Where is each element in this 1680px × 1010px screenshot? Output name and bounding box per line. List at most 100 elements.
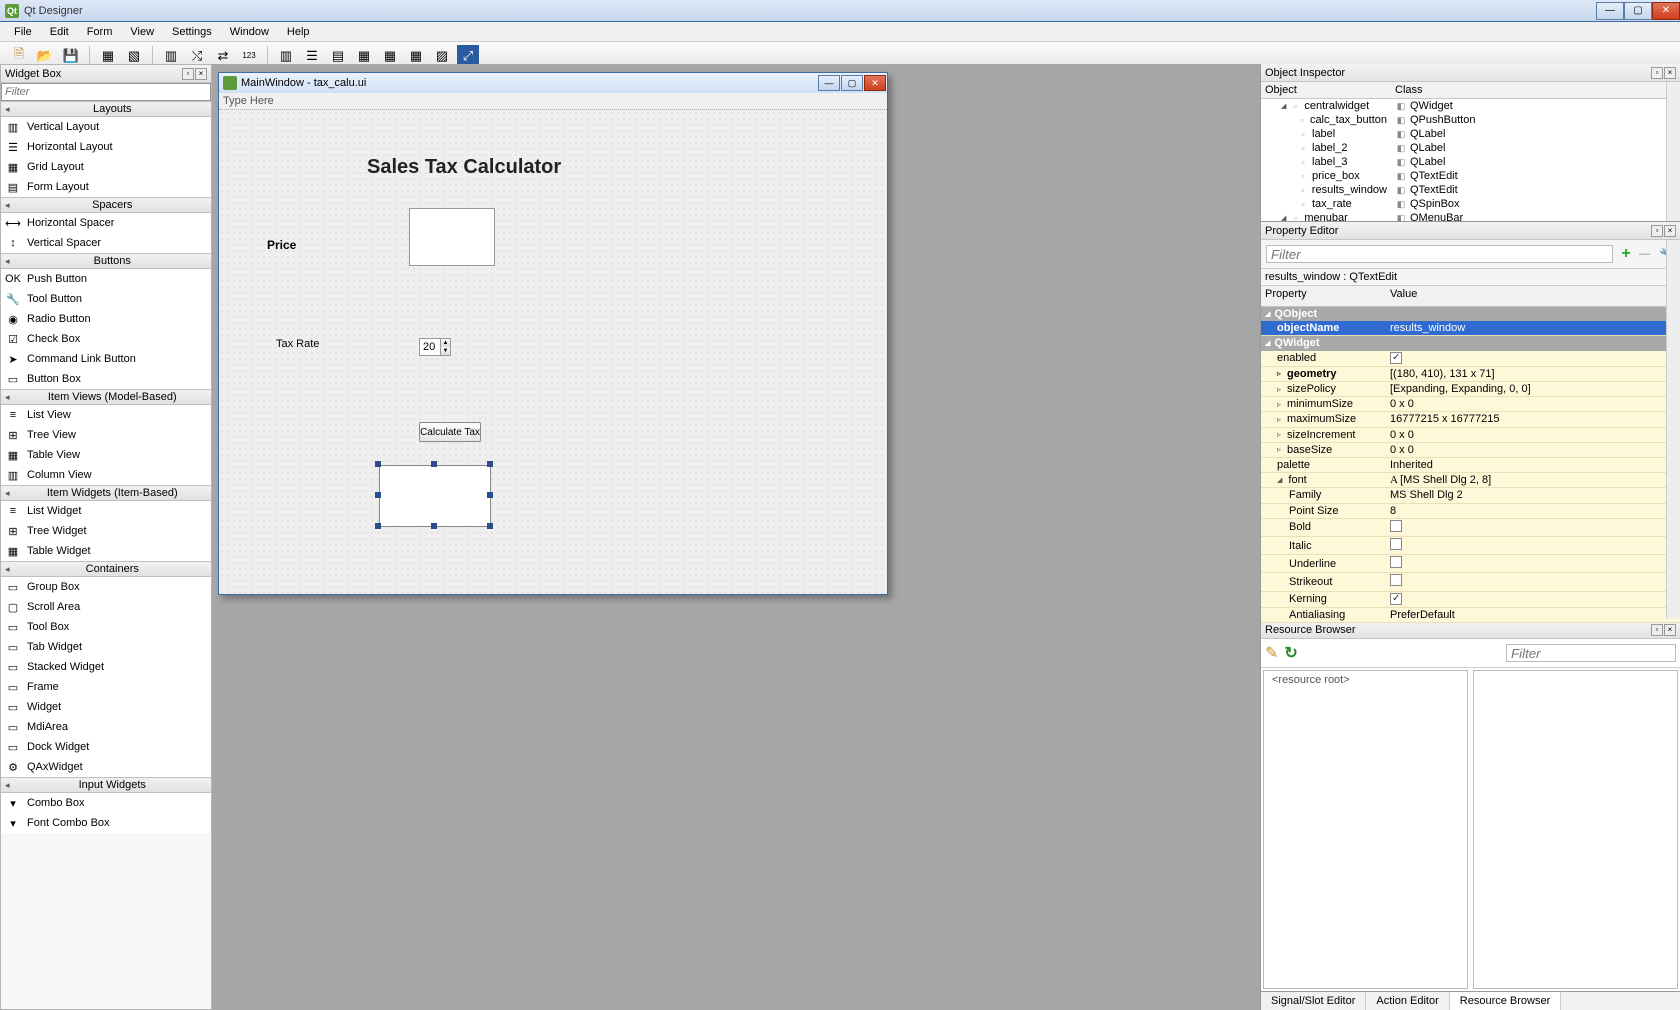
tab-signal-slot[interactable]: Signal/Slot Editor [1261, 992, 1366, 1010]
widget-section[interactable]: Containers [1, 561, 211, 577]
property-name[interactable]: Point Size [1261, 504, 1386, 519]
property-name[interactable]: sizePolicy [1261, 382, 1386, 397]
property-name[interactable]: baseSize [1261, 443, 1386, 458]
minimize-button[interactable]: — [1596, 2, 1624, 20]
tax-rate-label[interactable]: Tax Rate [276, 338, 319, 350]
property-value[interactable]: 16777215 x 16777215 [1386, 412, 1680, 427]
property-name[interactable]: maximumSize [1261, 412, 1386, 427]
property-name[interactable]: sizeIncrement [1261, 428, 1386, 443]
property-filter-input[interactable] [1266, 245, 1613, 263]
form-minimize-button[interactable]: — [818, 75, 840, 91]
menu-form[interactable]: Form [78, 24, 122, 40]
widget-item[interactable]: ▭Tab Widget [1, 637, 211, 657]
menu-window[interactable]: Window [221, 24, 278, 40]
property-name[interactable]: Underline [1261, 555, 1386, 573]
property-value[interactable] [1386, 519, 1680, 537]
results-window-widget[interactable] [379, 465, 491, 527]
widget-item[interactable]: ▦Grid Layout [1, 157, 211, 177]
widget-item[interactable]: 🔧Tool Button [1, 289, 211, 309]
price-label[interactable]: Price [267, 238, 296, 252]
checkbox-icon[interactable] [1390, 593, 1402, 605]
widget-item[interactable]: ↕Vertical Spacer [1, 233, 211, 253]
close-panel-icon[interactable]: × [1664, 225, 1676, 237]
checkbox-icon[interactable] [1390, 352, 1402, 364]
resource-tree[interactable]: <resource root> [1263, 670, 1468, 989]
widget-item[interactable]: ▭Dock Widget [1, 737, 211, 757]
resource-filter-input[interactable] [1506, 644, 1676, 662]
widget-item[interactable]: ⊞Tree Widget [1, 521, 211, 541]
widget-item[interactable]: ▾Combo Box [1, 793, 211, 813]
property-value[interactable]: MS Shell Dlg 2 [1386, 488, 1680, 503]
object-row[interactable]: ▫price_box [1261, 169, 1391, 183]
property-name[interactable]: Bold [1261, 519, 1386, 537]
form-window[interactable]: MainWindow - tax_calu.ui — ▢ ✕ Type Here… [218, 72, 888, 595]
close-panel-icon[interactable]: × [1664, 624, 1676, 636]
resize-handle[interactable] [487, 492, 493, 498]
resize-handle[interactable] [431, 523, 437, 529]
property-name[interactable]: objectName [1261, 321, 1386, 336]
widget-item[interactable]: ⟷Horizontal Spacer [1, 213, 211, 233]
object-row[interactable]: ▫label [1261, 127, 1391, 141]
widget-item[interactable]: ▭Frame [1, 677, 211, 697]
menu-view[interactable]: View [121, 24, 163, 40]
tab-resource-browser[interactable]: Resource Browser [1450, 991, 1561, 1010]
property-value[interactable] [1386, 537, 1680, 555]
resize-handle[interactable] [487, 523, 493, 529]
widget-item[interactable]: ➤Command Link Button [1, 349, 211, 369]
edit-resources-icon[interactable]: ✎ [1265, 643, 1278, 663]
property-value[interactable]: A [MS Shell Dlg 2, 8] [1386, 473, 1680, 488]
column-object[interactable]: Object [1261, 82, 1391, 99]
property-value[interactable]: 0 x 0 [1386, 443, 1680, 458]
widget-section[interactable]: Item Views (Model-Based) [1, 389, 211, 405]
property-name[interactable]: geometry [1261, 367, 1386, 382]
resize-handle[interactable] [431, 461, 437, 467]
widget-item[interactable]: ≡List View [1, 405, 211, 425]
object-row[interactable]: ◢▫centralwidget [1261, 99, 1391, 113]
widget-section[interactable]: Item Widgets (Item-Based) [1, 485, 211, 501]
minus-icon[interactable]: — [1639, 248, 1655, 260]
object-row[interactable]: ▫tax_rate [1261, 197, 1391, 211]
property-category[interactable]: ◢ QWidget [1261, 336, 1680, 350]
calculate-tax-button[interactable]: Calculate Tax [419, 422, 481, 442]
tax-rate-spinbox[interactable]: ▲▼ [419, 338, 451, 356]
widget-item[interactable]: ⚙QAxWidget [1, 757, 211, 777]
property-value[interactable] [1386, 351, 1680, 367]
scrollbar[interactable] [1666, 82, 1680, 221]
property-name[interactable]: Antialiasing [1261, 608, 1386, 623]
widget-item[interactable]: ⊞Tree View [1, 425, 211, 445]
property-value[interactable] [1386, 555, 1680, 573]
widget-item[interactable]: ▥Vertical Layout [1, 117, 211, 137]
resize-handle[interactable] [375, 492, 381, 498]
dock-icon[interactable]: ▫ [1651, 624, 1663, 636]
menu-settings[interactable]: Settings [163, 24, 221, 40]
widget-item[interactable]: ▦Table Widget [1, 541, 211, 561]
checkbox-icon[interactable] [1390, 574, 1402, 586]
object-row[interactable]: ▫label_2 [1261, 141, 1391, 155]
property-value[interactable]: results_window [1386, 321, 1680, 336]
form-canvas[interactable]: Sales Tax Calculator Price Tax Rate ▲▼ C… [219, 110, 887, 594]
menu-file[interactable]: File [5, 24, 41, 40]
widget-item[interactable]: OKPush Button [1, 269, 211, 289]
close-panel-icon[interactable]: × [195, 68, 207, 80]
property-name[interactable]: Strikeout [1261, 573, 1386, 591]
dock-icon[interactable]: ▫ [182, 68, 194, 80]
widget-item[interactable]: ▭Button Box [1, 369, 211, 389]
widget-item[interactable]: ▢Scroll Area [1, 597, 211, 617]
close-button[interactable]: ✕ [1652, 2, 1680, 20]
property-value[interactable]: 0 x 0 [1386, 428, 1680, 443]
resize-handle[interactable] [487, 461, 493, 467]
property-name[interactable]: minimumSize [1261, 397, 1386, 412]
close-panel-icon[interactable]: × [1664, 67, 1676, 79]
widget-item[interactable]: ☰Horizontal Layout [1, 137, 211, 157]
object-row[interactable]: ▫label_3 [1261, 155, 1391, 169]
checkbox-icon[interactable] [1390, 520, 1402, 532]
property-name[interactable]: Family [1261, 488, 1386, 503]
widget-section[interactable]: Layouts [1, 101, 211, 117]
column-class[interactable]: Class [1391, 82, 1680, 99]
property-value[interactable] [1386, 592, 1680, 608]
widget-item[interactable]: ≡List Widget [1, 501, 211, 521]
property-value[interactable]: Inherited [1386, 458, 1680, 473]
widget-item[interactable]: ▭Tool Box [1, 617, 211, 637]
property-value[interactable] [1386, 573, 1680, 591]
object-row[interactable]: ▫calc_tax_button [1261, 113, 1391, 127]
